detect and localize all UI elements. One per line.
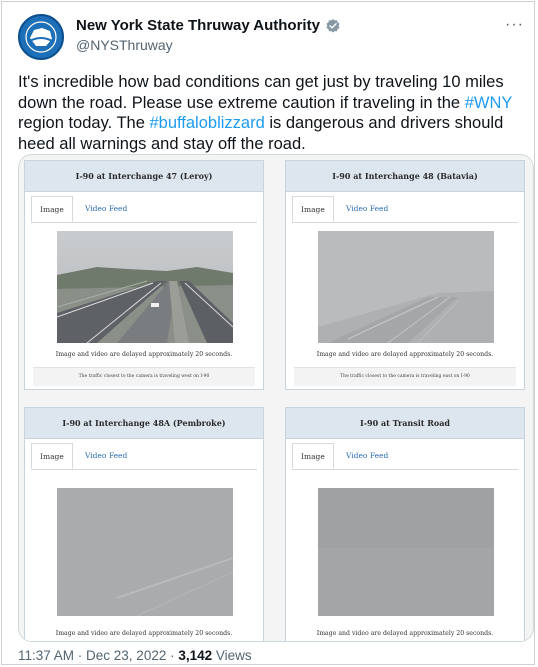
tweet-media-image[interactable]: I-90 at Interchange 47 (Leroy) Image Vid… <box>18 154 534 642</box>
tweet-text-part: It's incredible how bad conditions can g… <box>18 73 504 112</box>
traffic-direction-note: The traffic closest to the camera is tra… <box>33 367 255 386</box>
tweet-text-part: region today. The <box>18 114 150 132</box>
delay-note: Image and video are delayed approximatel… <box>316 630 494 637</box>
tab-video-feed[interactable]: Video Feed <box>338 443 396 469</box>
delay-note: Image and video are delayed approximatel… <box>316 351 494 358</box>
hashtag-buffaloblizzard-link[interactable]: #buffaloblizzard <box>149 114 264 132</box>
delay-note: Image and video are delayed approximatel… <box>55 351 233 358</box>
camera-title: I-90 at Interchange 48 (Batavia) <box>286 161 524 192</box>
author-block: New York State Thruway Authority @NYSThr… <box>76 17 341 53</box>
tab-video-feed[interactable]: Video Feed <box>77 196 135 222</box>
tab-image[interactable]: Image <box>292 196 334 222</box>
hashtag-wny-link[interactable]: #WNY <box>465 94 512 112</box>
camera-image-transit-road <box>318 488 494 616</box>
tab-image[interactable]: Image <box>31 443 73 469</box>
camera-tabs: Image Video Feed <box>292 443 518 470</box>
tab-video-feed[interactable]: Video Feed <box>77 443 135 469</box>
tweet-footer: 11:37 AM · Dec 23, 2022 · 3,142 Views <box>18 648 252 663</box>
camera-image-pembroke <box>57 488 233 616</box>
views-label: Views <box>212 648 252 663</box>
camera-title: I-90 at Interchange 47 (Leroy) <box>25 161 263 192</box>
camera-tabs: Image Video Feed <box>292 196 518 223</box>
tweet-text: It's incredible how bad conditions can g… <box>18 72 524 154</box>
more-options-icon[interactable]: ··· <box>505 16 524 34</box>
traffic-direction-note: The traffic closest to the camera is tra… <box>294 367 516 386</box>
display-name[interactable]: New York State Thruway Authority <box>76 17 320 34</box>
tab-image[interactable]: Image <box>292 443 334 469</box>
delay-note: Image and video are delayed approximatel… <box>55 630 233 637</box>
tweet-header: New York State Thruway Authority @NYSThr… <box>18 14 528 62</box>
tab-video-feed[interactable]: Video Feed <box>338 196 396 222</box>
camera-panel-pembroke: I-90 at Interchange 48A (Pembroke) Image… <box>24 407 264 641</box>
verified-badge-icon <box>326 18 340 32</box>
camera-image-batavia <box>318 231 494 343</box>
nys-thruway-logo-icon <box>21 17 61 57</box>
tab-image[interactable]: Image <box>31 196 73 222</box>
camera-tabs: Image Video Feed <box>31 443 257 470</box>
camera-image-leroy <box>57 231 233 343</box>
camera-tabs: Image Video Feed <box>31 196 257 223</box>
camera-panel-transit-road: I-90 at Transit Road Image Video Feed Im… <box>285 407 525 641</box>
tweet-timestamp[interactable]: 11:37 AM · Dec 23, 2022 · <box>18 648 178 663</box>
avatar[interactable] <box>18 14 64 60</box>
camera-title: I-90 at Transit Road <box>286 408 524 439</box>
user-handle[interactable]: @NYSThruway <box>76 37 341 53</box>
camera-panel-batavia: I-90 at Interchange 48 (Batavia) Image V… <box>285 160 525 390</box>
tweet-card: New York State Thruway Authority @NYSThr… <box>1 1 535 665</box>
views-count: 3,142 <box>178 648 213 663</box>
camera-title: I-90 at Interchange 48A (Pembroke) <box>25 408 263 439</box>
camera-panel-leroy: I-90 at Interchange 47 (Leroy) Image Vid… <box>24 160 264 390</box>
